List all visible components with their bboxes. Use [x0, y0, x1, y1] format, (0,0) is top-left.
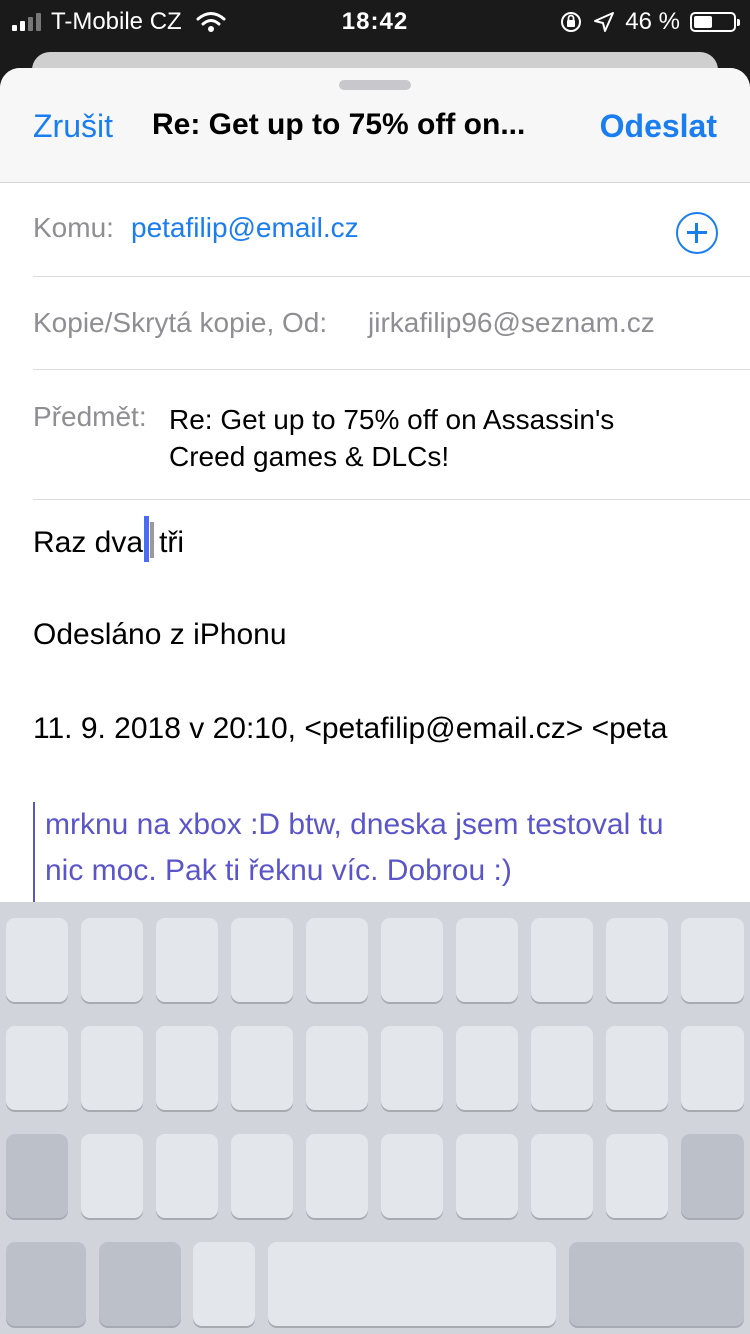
status-right: 46 %: [559, 8, 740, 36]
orientation-lock-icon: [561, 12, 582, 32]
cancel-button[interactable]: Zrušit: [33, 108, 113, 145]
keyboard-key[interactable]: [306, 918, 368, 1002]
return-key[interactable]: [569, 1242, 744, 1326]
numbers-key[interactable]: [6, 1242, 86, 1326]
backspace-key[interactable]: [681, 1134, 744, 1218]
keyboard-key[interactable]: [531, 1134, 593, 1218]
keyboard-key[interactable]: [681, 1026, 744, 1110]
add-recipient-icon[interactable]: [676, 212, 718, 254]
keyboard-key[interactable]: [156, 918, 218, 1002]
keyboard-key[interactable]: [381, 1026, 443, 1110]
subject-field[interactable]: Předmět: Re: Get up to 75% off on Assass…: [33, 369, 750, 500]
body-text-before-cursor: Raz dva: [33, 526, 144, 559]
keyboard-key[interactable]: [606, 1134, 668, 1218]
recipient-token[interactable]: petafilip@email.cz: [131, 212, 359, 244]
keyboard-key[interactable]: [306, 1026, 368, 1110]
subject-input[interactable]: Re: Get up to 75% off on Assassin's Cree…: [169, 401, 689, 475]
keyboard-key[interactable]: [456, 918, 518, 1002]
send-button[interactable]: Odeslat: [600, 108, 717, 145]
keyboard-key[interactable]: [381, 1134, 443, 1218]
keyboard-key[interactable]: [6, 918, 68, 1002]
battery-icon: [690, 12, 740, 32]
keyboard-key[interactable]: [381, 918, 443, 1002]
sheet-grabber[interactable]: [339, 80, 411, 90]
keyboard-key[interactable]: [156, 1026, 218, 1110]
keyboard-key[interactable]: [81, 1026, 143, 1110]
quote-line: nic moc. Pak ti řeknu víc. Dobrou :): [45, 854, 512, 887]
body-text-after-cursor: tři: [159, 526, 185, 559]
keyboard-key[interactable]: [231, 918, 293, 1002]
quoted-message: mrknu na xbox :D btw, dneska jsem testov…: [33, 802, 750, 902]
keyboard-key[interactable]: [456, 1134, 518, 1218]
status-bar: T-Mobile CZ 18:42 46 %: [0, 0, 750, 42]
reply-header: 11. 9. 2018 v 20:10, <petafilip@email.cz…: [33, 712, 668, 745]
keyboard-key[interactable]: [606, 918, 668, 1002]
keyboard-key[interactable]: [306, 1134, 368, 1218]
shift-key[interactable]: [6, 1134, 68, 1218]
keyboard-key[interactable]: [6, 1026, 68, 1110]
from-value[interactable]: jirkafilip96@seznam.cz: [368, 307, 655, 339]
body-line[interactable]: Raz dva tři: [33, 516, 184, 562]
cc-from-field[interactable]: Kopie/Skrytá kopie, Od: jirkafilip96@sez…: [33, 276, 750, 370]
keyboard-key[interactable]: [681, 918, 744, 1002]
keyboard-key[interactable]: [81, 1134, 143, 1218]
keyboard-key[interactable]: [606, 1026, 668, 1110]
text-cursor: [150, 522, 155, 558]
keyboard-key[interactable]: [456, 1026, 518, 1110]
globe-key[interactable]: [99, 1242, 181, 1326]
subject-label: Předmět:: [33, 401, 147, 432]
to-label: Komu:: [33, 212, 114, 243]
keyboard-key[interactable]: [81, 918, 143, 1002]
keyboard-key[interactable]: [193, 1242, 255, 1326]
to-field[interactable]: Komu: petafilip@email.cz: [33, 182, 750, 277]
keyboard-key[interactable]: [231, 1134, 293, 1218]
signature-text: Odesláno z iPhonu: [33, 618, 287, 651]
keyboard: [0, 902, 750, 1334]
space-key[interactable]: [268, 1242, 556, 1326]
compose-title: Re: Get up to 75% off on...: [152, 108, 526, 141]
keyboard-key[interactable]: [231, 1026, 293, 1110]
location-icon: [594, 12, 615, 32]
keyboard-key[interactable]: [156, 1134, 218, 1218]
cc-from-label: Kopie/Skrytá kopie, Od:: [33, 307, 328, 338]
keyboard-key[interactable]: [531, 918, 593, 1002]
compose-nav-bar: Zrušit Re: Get up to 75% off on... Odesl…: [0, 68, 750, 183]
selection-handle[interactable]: [144, 516, 150, 562]
battery-percent: 46 %: [625, 8, 680, 35]
quote-line: mrknu na xbox :D btw, dneska jsem testov…: [45, 808, 664, 841]
keyboard-key[interactable]: [531, 1026, 593, 1110]
